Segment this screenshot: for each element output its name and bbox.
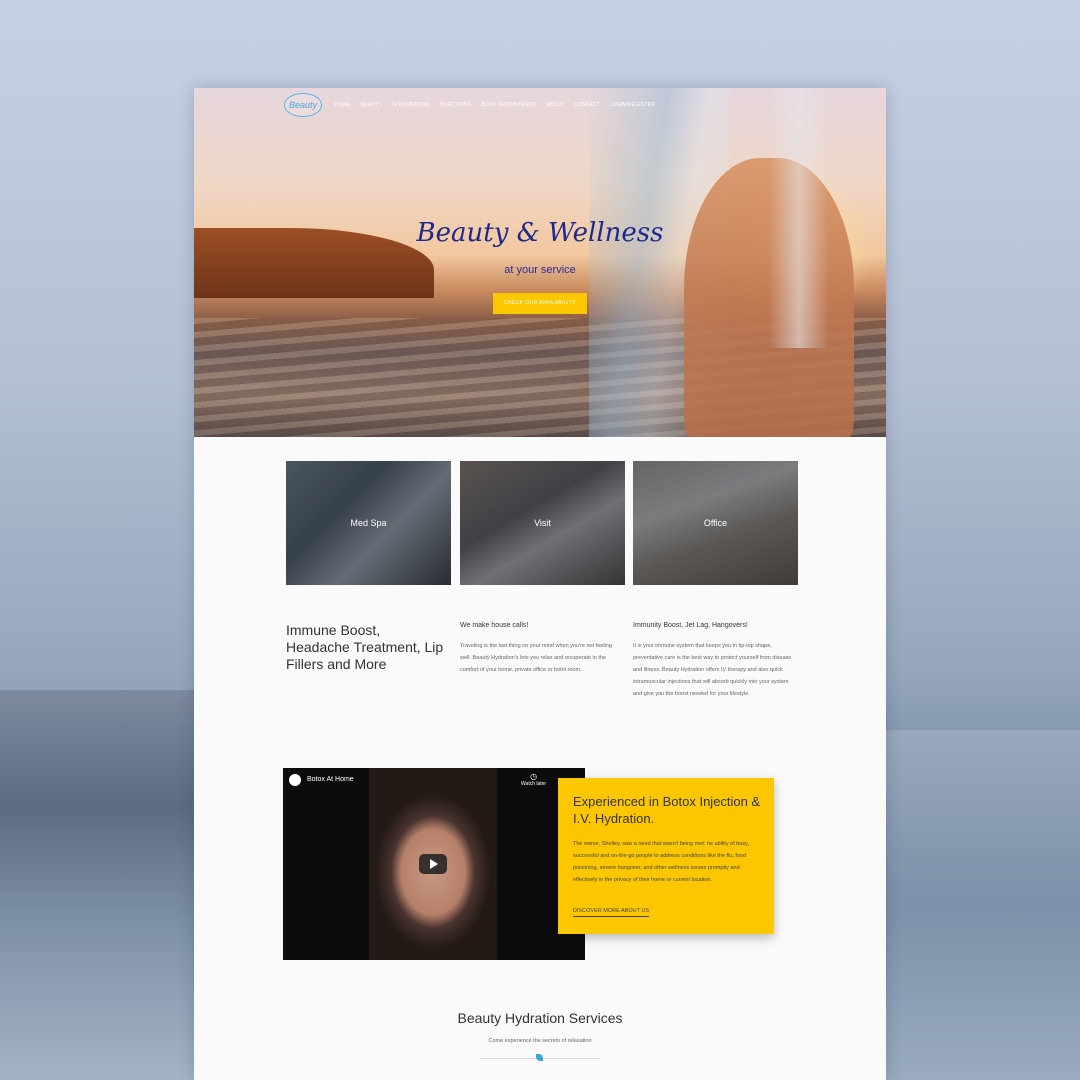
card-visit[interactable]: Visit [460,461,625,585]
video-player[interactable]: Botox At Home ◷ Watch later [283,768,585,960]
card-label: Office [703,518,728,528]
background-shore-left [0,690,200,1080]
col1-heading: We make house calls! [460,622,529,629]
nav-iv-hydration[interactable]: IV HYDRATION [392,102,430,108]
check-availability-button[interactable]: CHECK OUR AVAILABILITY [493,293,587,314]
card-office[interactable]: Office [633,461,798,585]
card-label: Med Spa [350,518,387,528]
discover-more-link[interactable]: DISCOVER MORE ABOUT US [573,908,649,917]
background-sea-right [880,730,1080,1080]
nav-home[interactable]: HOME [335,102,351,108]
nav-about[interactable]: ABOUT [546,102,564,108]
feature-title: Experienced in Botox Injection & I.V. Hy… [573,794,761,826]
site-logo[interactable]: Beauty [284,93,322,117]
watch-later-button[interactable]: ◷ Watch later [521,772,546,787]
nav-beauty[interactable]: BEAUTY [361,102,382,108]
card-med-spa[interactable]: Med Spa [286,461,451,585]
nav-contact[interactable]: CONTACT [574,102,599,108]
feature-text: The owner, Shelley, saw a need that wasn… [573,841,750,883]
video-title[interactable]: Botox At Home [307,776,354,783]
main-nav: Beauty HOME BEAUTY IV HYDRATION INJECTIO… [284,92,660,118]
hero-banner: Beauty HOME BEAUTY IV HYDRATION INJECTIO… [194,88,886,437]
col2-text: It is your immune system that keeps you … [633,643,792,697]
nav-book-appointment[interactable]: BOOK APPOINTMENT [481,102,536,108]
website-mockup: Beauty HOME BEAUTY IV HYDRATION INJECTIO… [194,88,886,1080]
col2-heading: Immunity Boost, Jet Lag, Hangovers! [633,622,748,629]
nav-login-register[interactable]: LOGIN/REGISTER [610,102,655,108]
hero-subtitle: at your service [504,264,576,276]
services-subtitle: Come experience the secrets of relaxatio… [488,1038,592,1044]
channel-avatar[interactable] [289,774,301,786]
services-title: Beauty Hydration Services [457,1010,623,1026]
intro-title: Immune Boost, Headache Treatment, Lip Fi… [286,622,444,672]
leaf-icon [536,1054,543,1061]
col1-text: Traveling is the last thing on your mind… [460,643,612,673]
watch-later-label: Watch later [521,781,547,787]
card-label: Visit [534,518,551,528]
feature-card: Experienced in Botox Injection & I.V. Hy… [558,778,774,934]
hero-title: Beauty & Wellness [416,218,664,248]
play-button[interactable] [419,854,447,874]
clock-icon: ◷ [530,772,538,781]
nav-injections[interactable]: INJECTIONS [440,102,472,108]
